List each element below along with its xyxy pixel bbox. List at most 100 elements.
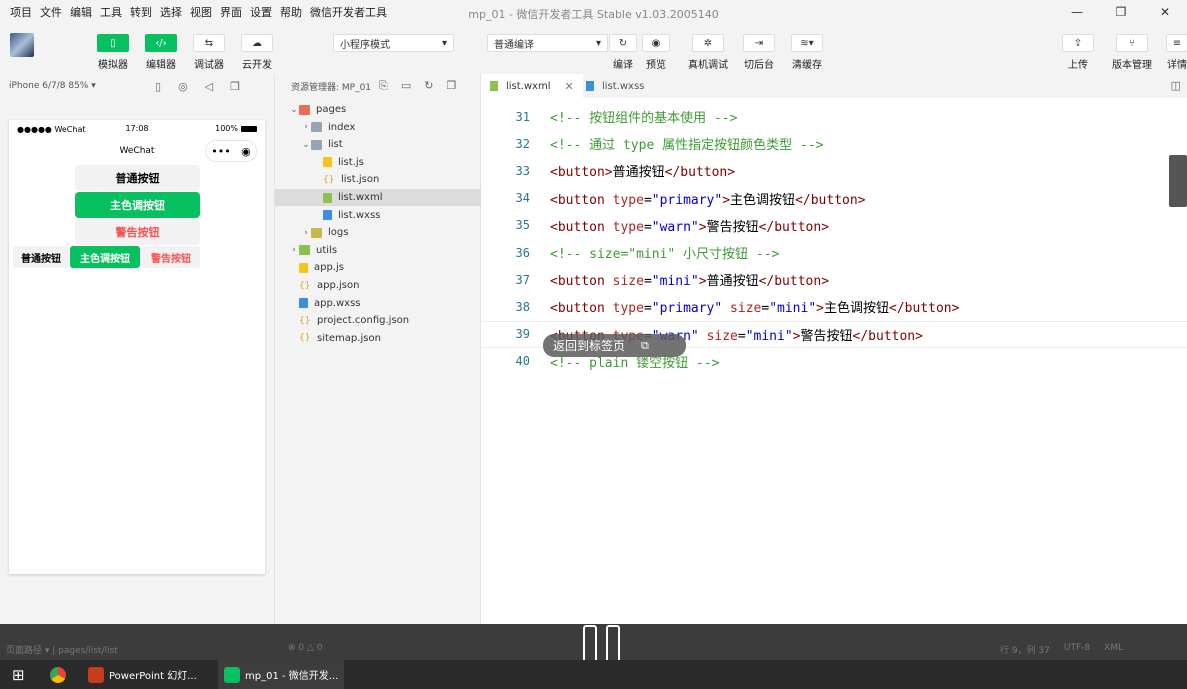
code-line[interactable]: 35 <button type="warn">警告按钮</button> [481, 212, 1187, 239]
menu-devtools[interactable]: 微信开发者工具 [306, 4, 391, 20]
code-token: "mini" [745, 328, 793, 344]
volume-icon[interactable]: ◁ [205, 80, 213, 93]
menu-tools[interactable]: 工具 [96, 4, 126, 20]
powerpoint-taskbar-item[interactable]: PowerPoint 幻灯... [88, 660, 197, 689]
code-line[interactable]: 34 <button type="primary">主色调按钮</button> [481, 185, 1187, 212]
folder-icon [299, 245, 310, 256]
tree-item[interactable]: › index [275, 119, 481, 136]
close-tab-icon[interactable]: ✕ [564, 80, 573, 93]
menu-file[interactable]: 文件 [36, 4, 66, 20]
tree-item[interactable]: ⌄ pages [275, 101, 481, 118]
record-icon[interactable]: ◎ [178, 80, 188, 93]
compile-mode-value: 普通编译 [494, 39, 534, 51]
chrome-taskbar-item[interactable] [50, 660, 71, 689]
popout-icon[interactable]: ❐ [230, 80, 240, 93]
menu-view[interactable]: 视图 [186, 4, 216, 20]
chevron-right-icon[interactable]: › [289, 245, 299, 255]
menu-help[interactable]: 帮助 [276, 4, 306, 20]
warn-button[interactable]: 警告按钮 [75, 219, 200, 245]
close-icon[interactable]: ✕ [1143, 0, 1187, 24]
file-encoding[interactable]: UTF-8 [1064, 643, 1090, 656]
tree-item[interactable]: app.js [275, 259, 481, 276]
cloud-label: 云开发 [242, 60, 272, 71]
chevron-right-icon[interactable]: › [301, 122, 311, 132]
upload-button[interactable]: ⇪ 上传 [1062, 34, 1094, 71]
mode-select[interactable]: 小程序模式 ▾ [333, 34, 454, 52]
cloud-button[interactable]: ☁ 云开发 [241, 34, 273, 71]
tree-item[interactable]: list.wxss [275, 207, 481, 224]
target-icon[interactable]: ◉ [241, 145, 251, 158]
page-path-label[interactable]: 页面路径 ▾ [6, 646, 49, 656]
compile-mode-select[interactable]: 普通编译 ▾ [487, 34, 608, 52]
primary-button[interactable]: 主色调按钮 [75, 192, 200, 218]
language-mode[interactable]: XML [1104, 643, 1123, 656]
chevron-down-icon[interactable]: ⌄ [289, 105, 299, 115]
menu-project[interactable]: 项目 [6, 4, 36, 20]
editor-button[interactable]: ‹/› 编辑器 [145, 34, 177, 71]
mini-default-button[interactable]: 普通按钮 [13, 246, 69, 268]
split-editor-icon[interactable]: ◫ [1171, 79, 1181, 92]
code-editor[interactable]: 31 <!-- 按钮组件的基本使用 --> 32 <!-- 通过 type 属性指定按… [481, 98, 1187, 624]
code-token: <!-- 按钮组件的基本使用 --> [550, 111, 738, 126]
code-line[interactable]: 32 <!-- 通过 type 属性指定按钮颜色类型 --> [481, 130, 1187, 157]
menu-edit[interactable]: 编辑 [66, 4, 96, 20]
details-button[interactable]: ≡ 详情 [1166, 34, 1187, 71]
new-file-icon[interactable]: ⎘ [379, 79, 388, 93]
tree-item[interactable]: {} project.config.json [275, 312, 481, 329]
code-token: = [737, 328, 746, 344]
mini-warn-button[interactable]: 警告按钮 [142, 246, 200, 268]
line-number: 40 [515, 354, 530, 369]
collapse-icon[interactable]: ❐ [446, 79, 456, 93]
chevron-down-icon[interactable]: ⌄ [301, 140, 311, 150]
code-line[interactable]: 36 <!-- size="mini" 小尺寸按钮 --> [481, 239, 1187, 266]
tab-list-wxss[interactable]: list.wxss [577, 74, 653, 98]
new-folder-icon[interactable]: ▭ [401, 79, 411, 93]
debugger-button[interactable]: ⇆ 调试器 [193, 34, 225, 71]
tree-item[interactable]: › logs [275, 224, 481, 241]
start-button[interactable]: ⊞ [12, 660, 25, 689]
battery-icon [241, 125, 257, 132]
menu-select[interactable]: 选择 [156, 4, 186, 20]
tree-item[interactable]: {} list.json [275, 171, 481, 188]
simulator-button[interactable]: ▯ 模拟器 [97, 34, 129, 71]
back-to-tab-toast[interactable]: 返回到标签页 ⧉ [543, 334, 686, 357]
compile-button[interactable]: ↻ 编译 [609, 34, 637, 71]
tree-item[interactable]: list.wxml [275, 189, 481, 206]
toast-text: 返回到标签页 [553, 339, 626, 353]
tree-item[interactable]: list.js [275, 154, 481, 171]
mini-primary-button[interactable]: 主色调按钮 [70, 246, 140, 268]
code-line[interactable]: 31 <!-- 按钮组件的基本使用 --> [481, 103, 1187, 130]
background-button[interactable]: ⇥ 切后台 [743, 34, 775, 71]
tree-item[interactable]: app.wxss [275, 295, 481, 312]
device-select[interactable]: iPhone 6/7/8 85% ▾ [0, 81, 96, 91]
chevron-right-icon[interactable]: › [301, 228, 311, 238]
capsule-menu[interactable]: ••• ◉ [205, 140, 257, 162]
preview-button[interactable]: ◉ 预览 [642, 34, 670, 71]
tree-item[interactable]: {} app.json [275, 277, 481, 294]
tree-item[interactable]: {} sitemap.json [275, 330, 481, 347]
default-button[interactable]: 普通按钮 [75, 165, 200, 191]
json-file-icon: {} [299, 280, 311, 291]
menu-interface[interactable]: 界面 [216, 4, 246, 20]
menu-goto[interactable]: 转到 [126, 4, 156, 20]
code-line[interactable]: 37 <button size="mini">普通按钮</button> [481, 266, 1187, 293]
clear-cache-button[interactable]: ≋▾ 清缓存 [791, 34, 823, 71]
tree-item-label: list.wxml [338, 192, 383, 203]
cursor-position[interactable]: 行 9，列 37 [1000, 643, 1050, 656]
error-count[interactable]: ⊗ 0 △ 0 [288, 643, 323, 653]
tree-item[interactable]: › utils [275, 242, 481, 259]
minimize-icon[interactable]: — [1055, 0, 1099, 24]
remote-debug-button[interactable]: ✲ 真机调试 [688, 34, 728, 71]
refresh-icon[interactable]: ↻ [424, 79, 433, 93]
phone-frame-icon[interactable]: ▯ [155, 80, 161, 93]
more-icon[interactable]: ••• [211, 145, 230, 158]
devtools-taskbar-item[interactable]: mp_01 - 微信开发... [218, 660, 345, 689]
code-line[interactable]: 33 <button>普通按钮</button> [481, 157, 1187, 184]
avatar[interactable] [10, 33, 34, 57]
menu-settings[interactable]: 设置 [246, 4, 276, 20]
version-button[interactable]: ⑂ 版本管理 [1112, 34, 1152, 71]
code-line[interactable]: 38 <button type="primary" size="mini">主色调… [481, 293, 1187, 320]
tab-list-wxml[interactable]: list.wxml ✕ [481, 74, 583, 98]
maximize-icon[interactable]: ❐ [1099, 0, 1143, 24]
tree-item[interactable]: ⌄ list [275, 136, 481, 153]
